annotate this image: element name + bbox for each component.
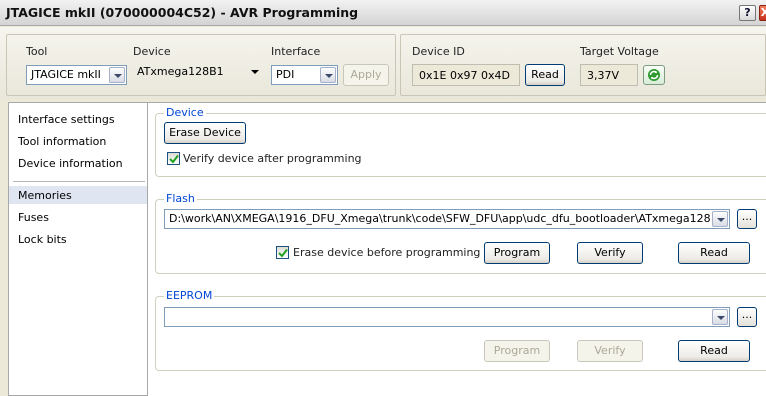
flash-section-legend: Flash [164,192,197,205]
sidebar-item-lock-bits[interactable]: Lock bits [9,230,147,248]
target-voltage-label: Target Voltage [580,45,659,58]
chevron-down-icon[interactable] [109,67,125,83]
help-button[interactable]: ? [739,5,756,21]
sidebar-item-interface-settings[interactable]: Interface settings [9,110,147,128]
eeprom-browse-button[interactable]: ... [737,307,757,327]
sidebar-item-memories[interactable]: Memories [9,186,147,204]
interface-label: Interface [271,45,321,58]
sidebar-item-tool-information[interactable]: Tool information [9,132,147,150]
interface-select[interactable]: PDI [271,65,338,85]
sidebar-item-fuses[interactable]: Fuses [9,208,147,226]
eeprom-file-select[interactable] [164,307,730,327]
read-device-id-button[interactable]: Read [525,64,565,86]
eeprom-program-button[interactable]: Program [484,340,550,362]
flash-verify-button[interactable]: Verify [577,242,643,264]
device-section [155,113,766,177]
interface-select-value: PDI [276,68,295,81]
title-bar: JTAGICE mkII (070000004C52) - AVR Progra… [0,0,766,26]
device-section-legend: Device [164,106,206,119]
window-title: JTAGICE mkII (070000004C52) - AVR Progra… [6,5,359,20]
checkmark-icon [278,248,288,258]
device-select[interactable]: ATxmega128B1 [133,63,264,83]
tool-select-value: JTAGICE mkII [31,68,101,81]
chevron-down-icon[interactable] [712,309,728,325]
device-select-value: ATxmega128B1 [137,65,224,78]
erase-before-programming-checkbox[interactable] [276,246,289,259]
target-voltage-value: 3,37V [580,64,638,86]
sidebar: Interface settings Tool information Devi… [8,102,148,396]
refresh-voltage-button[interactable] [643,65,665,85]
eeprom-verify-button[interactable]: Verify [577,340,643,362]
close-button[interactable]: X [759,5,766,21]
chevron-down-icon[interactable] [712,211,728,227]
apply-button[interactable]: Apply [343,64,389,86]
eeprom-section-legend: EEPROM [164,289,215,302]
device-label: Device [133,45,171,58]
verify-after-programming-label: Verify device after programming [183,152,362,165]
flash-program-button[interactable]: Program [484,242,550,264]
checkmark-icon [169,154,179,164]
flash-read-button[interactable]: Read [678,242,750,264]
tool-label: Tool [26,45,48,58]
refresh-icon [648,69,660,81]
verify-after-programming-checkbox[interactable] [167,152,180,165]
flash-browse-button[interactable]: ... [737,209,757,229]
device-id-label: Device ID [412,45,465,58]
device-id-value: 0x1E 0x97 0x4D [412,64,520,86]
sidebar-divider [13,181,145,182]
tool-select[interactable]: JTAGICE mkII [26,65,127,85]
eeprom-read-button[interactable]: Read [678,340,750,362]
sidebar-item-device-information[interactable]: Device information [9,154,147,172]
memories-panel: Device Erase Device Verify device after … [148,102,766,396]
erase-before-programming-label: Erase device before programming [293,246,481,259]
erase-device-button[interactable]: Erase Device [164,122,246,144]
chevron-down-icon[interactable] [320,67,336,83]
flash-file-select[interactable]: D:\work\AN\XMEGA\1916_DFU_Xmega\trunk\co… [164,209,730,229]
flash-file-path: D:\work\AN\XMEGA\1916_DFU_Xmega\trunk\co… [169,212,711,225]
caret-down-icon[interactable] [248,63,262,79]
